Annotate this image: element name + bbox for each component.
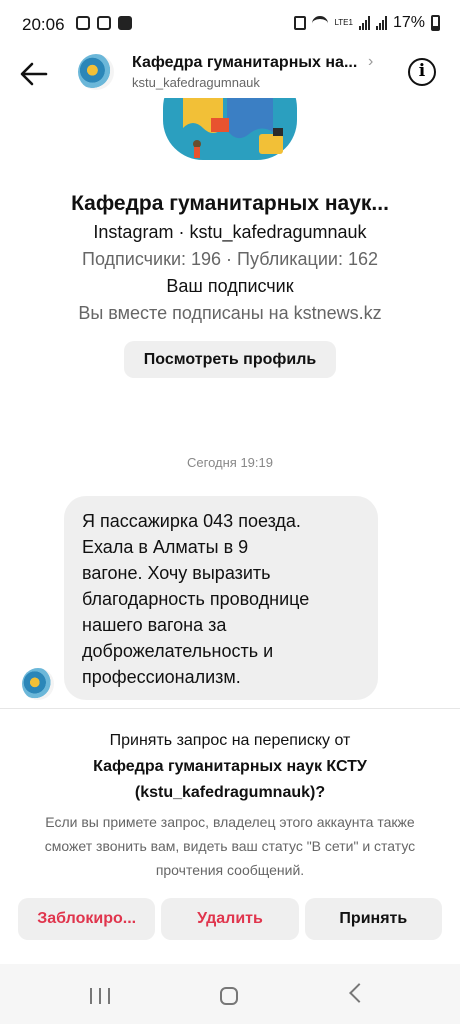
status-time: 20:06 bbox=[22, 15, 65, 34]
request-account-name: Кафедра гуманитарных наук КСТУ bbox=[93, 758, 367, 775]
header-avatar[interactable] bbox=[78, 54, 114, 90]
header-username[interactable]: kstu_kafedragumnauk bbox=[132, 75, 260, 90]
instagram-notification-icon bbox=[76, 16, 90, 30]
signal-1-icon bbox=[358, 16, 370, 30]
check-notification-icon bbox=[118, 16, 132, 30]
back-nav-icon[interactable] bbox=[349, 983, 369, 1003]
view-profile-button[interactable]: Посмотреть профиль bbox=[124, 341, 336, 378]
message-line: нашего вагона за bbox=[82, 615, 227, 635]
request-account-username: (kstu_kafedragumnauk)? bbox=[134, 784, 326, 801]
message-bubble[interactable]: Я пассажирка 043 поезда. Ехала в Алматы … bbox=[64, 496, 378, 700]
home-icon[interactable] bbox=[220, 987, 238, 1005]
divider bbox=[0, 708, 460, 709]
info-icon[interactable]: i bbox=[408, 58, 436, 86]
mutual-follow-line: Вы вместе подписаны на kstnews.kz bbox=[78, 303, 382, 323]
header-title[interactable]: Кафедра гуманитарных на... bbox=[132, 54, 357, 72]
message-line: благодарность проводнице bbox=[82, 589, 310, 609]
conversation-header: Кафедра гуманитарных на... › kstu_kafedr… bbox=[0, 50, 460, 98]
message-line: вагоне. Хочу выразить bbox=[82, 563, 271, 583]
sender-avatar[interactable] bbox=[22, 668, 54, 700]
signal-2-icon bbox=[375, 16, 387, 30]
network-type-label: LTE1 bbox=[334, 18, 353, 27]
message-line: Ехала в Алматы в 9 bbox=[82, 537, 249, 557]
request-actions: Заблокиро... Удалить Принять bbox=[18, 898, 442, 940]
alarm-icon bbox=[294, 16, 307, 30]
gallery-notification-icon bbox=[97, 16, 111, 30]
profile-name: Кафедра гуманитарных наук... bbox=[71, 192, 389, 215]
delete-button[interactable]: Удалить bbox=[161, 898, 299, 940]
request-prompt: Принять запрос на переписку от bbox=[109, 732, 351, 749]
follow-status: Ваш подписчик bbox=[166, 276, 294, 296]
wifi-icon bbox=[312, 15, 329, 31]
accept-button[interactable]: Принять bbox=[304, 898, 442, 940]
profile-stats: Подписчики: 196 · Публикации: 162 bbox=[82, 249, 378, 269]
arrow-left-icon[interactable] bbox=[16, 56, 52, 92]
status-bar: 20:06 LTE1 17% bbox=[0, 0, 460, 50]
recents-icon[interactable] bbox=[90, 988, 110, 1004]
system-nav-bar bbox=[0, 964, 460, 1024]
status-icons: LTE1 17% bbox=[294, 14, 440, 32]
message-line: доброжелательность и bbox=[82, 641, 274, 661]
message-line: Я пассажирка 043 поезда. bbox=[82, 511, 301, 531]
profile-cover-image bbox=[163, 98, 297, 160]
profile-platform-line: Instagram · kstu_kafedragumnauk bbox=[93, 222, 367, 242]
message-line: профессионализм. bbox=[82, 667, 241, 687]
block-button[interactable]: Заблокиро... bbox=[18, 898, 156, 940]
request-description: Если вы примете запрос, владелец этого а… bbox=[44, 814, 416, 878]
battery-icon bbox=[431, 15, 440, 31]
message-timestamp: Сегодня 19:19 bbox=[187, 455, 273, 470]
battery-level: 17% bbox=[392, 14, 425, 31]
chevron-right-icon[interactable]: › bbox=[368, 53, 373, 71]
